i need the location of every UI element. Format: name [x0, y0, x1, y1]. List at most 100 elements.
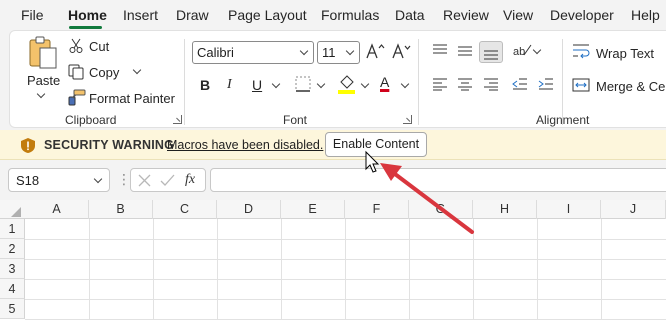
copy-button[interactable]: Copy — [89, 65, 119, 80]
column-header-e[interactable]: E — [281, 200, 345, 219]
tab-home[interactable]: Home — [68, 7, 107, 23]
font-size-select[interactable]: 11 — [317, 41, 360, 64]
security-warning-title: SECURITY WARNING — [44, 138, 175, 152]
column-header-j[interactable]: J — [601, 200, 666, 219]
fill-color-icon[interactable] — [337, 73, 357, 95]
tab-developer[interactable]: Developer — [550, 7, 614, 23]
active-tab-indicator — [69, 26, 102, 29]
macros-disabled-link[interactable]: Macros have been disabled. — [167, 138, 323, 152]
column-header-h[interactable]: H — [473, 200, 537, 219]
underline-button[interactable]: U — [252, 77, 262, 93]
wrap-text-icon — [573, 44, 590, 59]
gridline — [25, 239, 666, 240]
tab-data[interactable]: Data — [395, 7, 425, 23]
decrease-font-size-icon[interactable] — [391, 42, 411, 60]
gridline — [601, 219, 602, 320]
tab-insert[interactable]: Insert — [123, 7, 158, 23]
column-header-i[interactable]: I — [537, 200, 601, 219]
tab-draw[interactable]: Draw — [176, 7, 209, 23]
font-group-label: Font — [283, 113, 308, 127]
tab-formulas[interactable]: Formulas — [321, 7, 379, 23]
align-bottom-icon — [484, 50, 498, 60]
alignment-group-label: Alignment — [536, 113, 590, 127]
column-header-f[interactable]: F — [345, 200, 409, 219]
bold-button[interactable]: B — [200, 77, 210, 93]
decrease-indent-icon[interactable] — [512, 77, 528, 91]
column-header-c[interactable]: C — [153, 200, 217, 219]
align-middle-icon[interactable] — [457, 44, 473, 58]
increase-font-size-icon[interactable] — [365, 42, 385, 60]
menu-bar: File Home Insert Draw Page Layout Formul… — [0, 0, 666, 30]
column-header-b[interactable]: B — [89, 200, 153, 219]
gridline — [25, 259, 666, 260]
font-name-select[interactable]: Calibri — [192, 41, 314, 64]
align-bottom-button[interactable] — [479, 41, 503, 63]
row-header-5[interactable]: 5 — [0, 299, 25, 319]
name-box[interactable]: S18 — [8, 168, 110, 192]
formula-input[interactable] — [210, 168, 666, 192]
insert-function-button[interactable]: fx — [185, 172, 195, 188]
formula-bar-grip-icon[interactable]: ⋮ — [117, 172, 131, 186]
gridline — [153, 219, 154, 320]
column-header-d[interactable]: D — [217, 200, 281, 219]
gridline — [345, 219, 346, 320]
borders-icon[interactable] — [294, 75, 314, 93]
svg-text:ab: ab — [513, 46, 525, 58]
tab-review[interactable]: Review — [443, 7, 489, 23]
tab-view[interactable]: View — [503, 7, 533, 23]
align-top-icon[interactable] — [432, 43, 448, 57]
fill-color-chevron-down-icon[interactable] — [360, 79, 370, 89]
align-left-icon[interactable] — [432, 77, 448, 91]
format-painter-icon — [68, 89, 86, 106]
cancel-x-icon[interactable] — [138, 174, 151, 187]
row-header-1[interactable]: 1 — [0, 219, 25, 239]
orientation-icon[interactable]: ab — [512, 41, 532, 59]
increase-indent-icon[interactable] — [538, 77, 554, 91]
clipboard-launcher-icon[interactable] — [173, 115, 182, 124]
paste-chevron-down-icon[interactable] — [36, 89, 46, 99]
gridline — [217, 219, 218, 320]
gridline — [537, 219, 538, 320]
chevron-down-icon — [345, 46, 355, 56]
enter-check-icon[interactable] — [160, 174, 175, 187]
formula-buttons: fx — [130, 168, 206, 192]
font-launcher-icon[interactable] — [403, 115, 412, 124]
row-header-3[interactable]: 3 — [0, 259, 25, 279]
row-header-4[interactable]: 4 — [0, 279, 25, 299]
font-color-button[interactable]: A — [380, 74, 389, 90]
font-color-chevron-down-icon[interactable] — [400, 79, 410, 89]
column-header-a[interactable]: A — [25, 200, 89, 219]
cut-button[interactable]: Cut — [89, 39, 109, 54]
align-right-icon[interactable] — [483, 77, 499, 91]
borders-chevron-down-icon[interactable] — [316, 79, 326, 89]
shield-warning-icon — [21, 138, 35, 153]
orientation-chevron-down-icon[interactable] — [532, 45, 542, 55]
column-header-g[interactable]: G — [409, 200, 473, 219]
chevron-down-icon — [299, 46, 309, 56]
scissors-icon — [69, 38, 83, 53]
font-name-value: Calibri — [197, 45, 234, 60]
name-box-value: S18 — [16, 173, 40, 188]
copy-chevron-down-icon[interactable] — [132, 65, 142, 75]
paste-icon[interactable] — [28, 36, 60, 70]
merge-center-icon — [572, 78, 590, 92]
tab-help[interactable]: Help — [631, 7, 660, 23]
gridline — [409, 219, 410, 320]
merge-center-button[interactable]: Merge & Cen — [596, 79, 666, 94]
spreadsheet-grid[interactable]: A B C D E F G H I J 1 2 3 4 5 — [0, 200, 666, 320]
column-header-row: A B C D E F G H I J — [0, 200, 666, 219]
row-header-2[interactable]: 2 — [0, 239, 25, 259]
gridline — [89, 219, 90, 320]
wrap-text-button[interactable]: Wrap Text — [596, 46, 654, 61]
align-center-icon[interactable] — [457, 77, 473, 91]
select-all-icon[interactable] — [10, 206, 22, 218]
tab-page-layout[interactable]: Page Layout — [228, 7, 307, 23]
underline-chevron-down-icon[interactable] — [271, 79, 281, 89]
format-painter-button[interactable]: Format Painter — [89, 91, 175, 106]
enable-content-button[interactable]: Enable Content — [325, 132, 427, 157]
tab-file[interactable]: File — [21, 7, 44, 23]
paste-button-label[interactable]: Paste — [27, 73, 60, 88]
chevron-down-icon[interactable] — [93, 174, 103, 184]
italic-button[interactable]: I — [227, 77, 232, 93]
font-size-value: 11 — [322, 45, 336, 60]
